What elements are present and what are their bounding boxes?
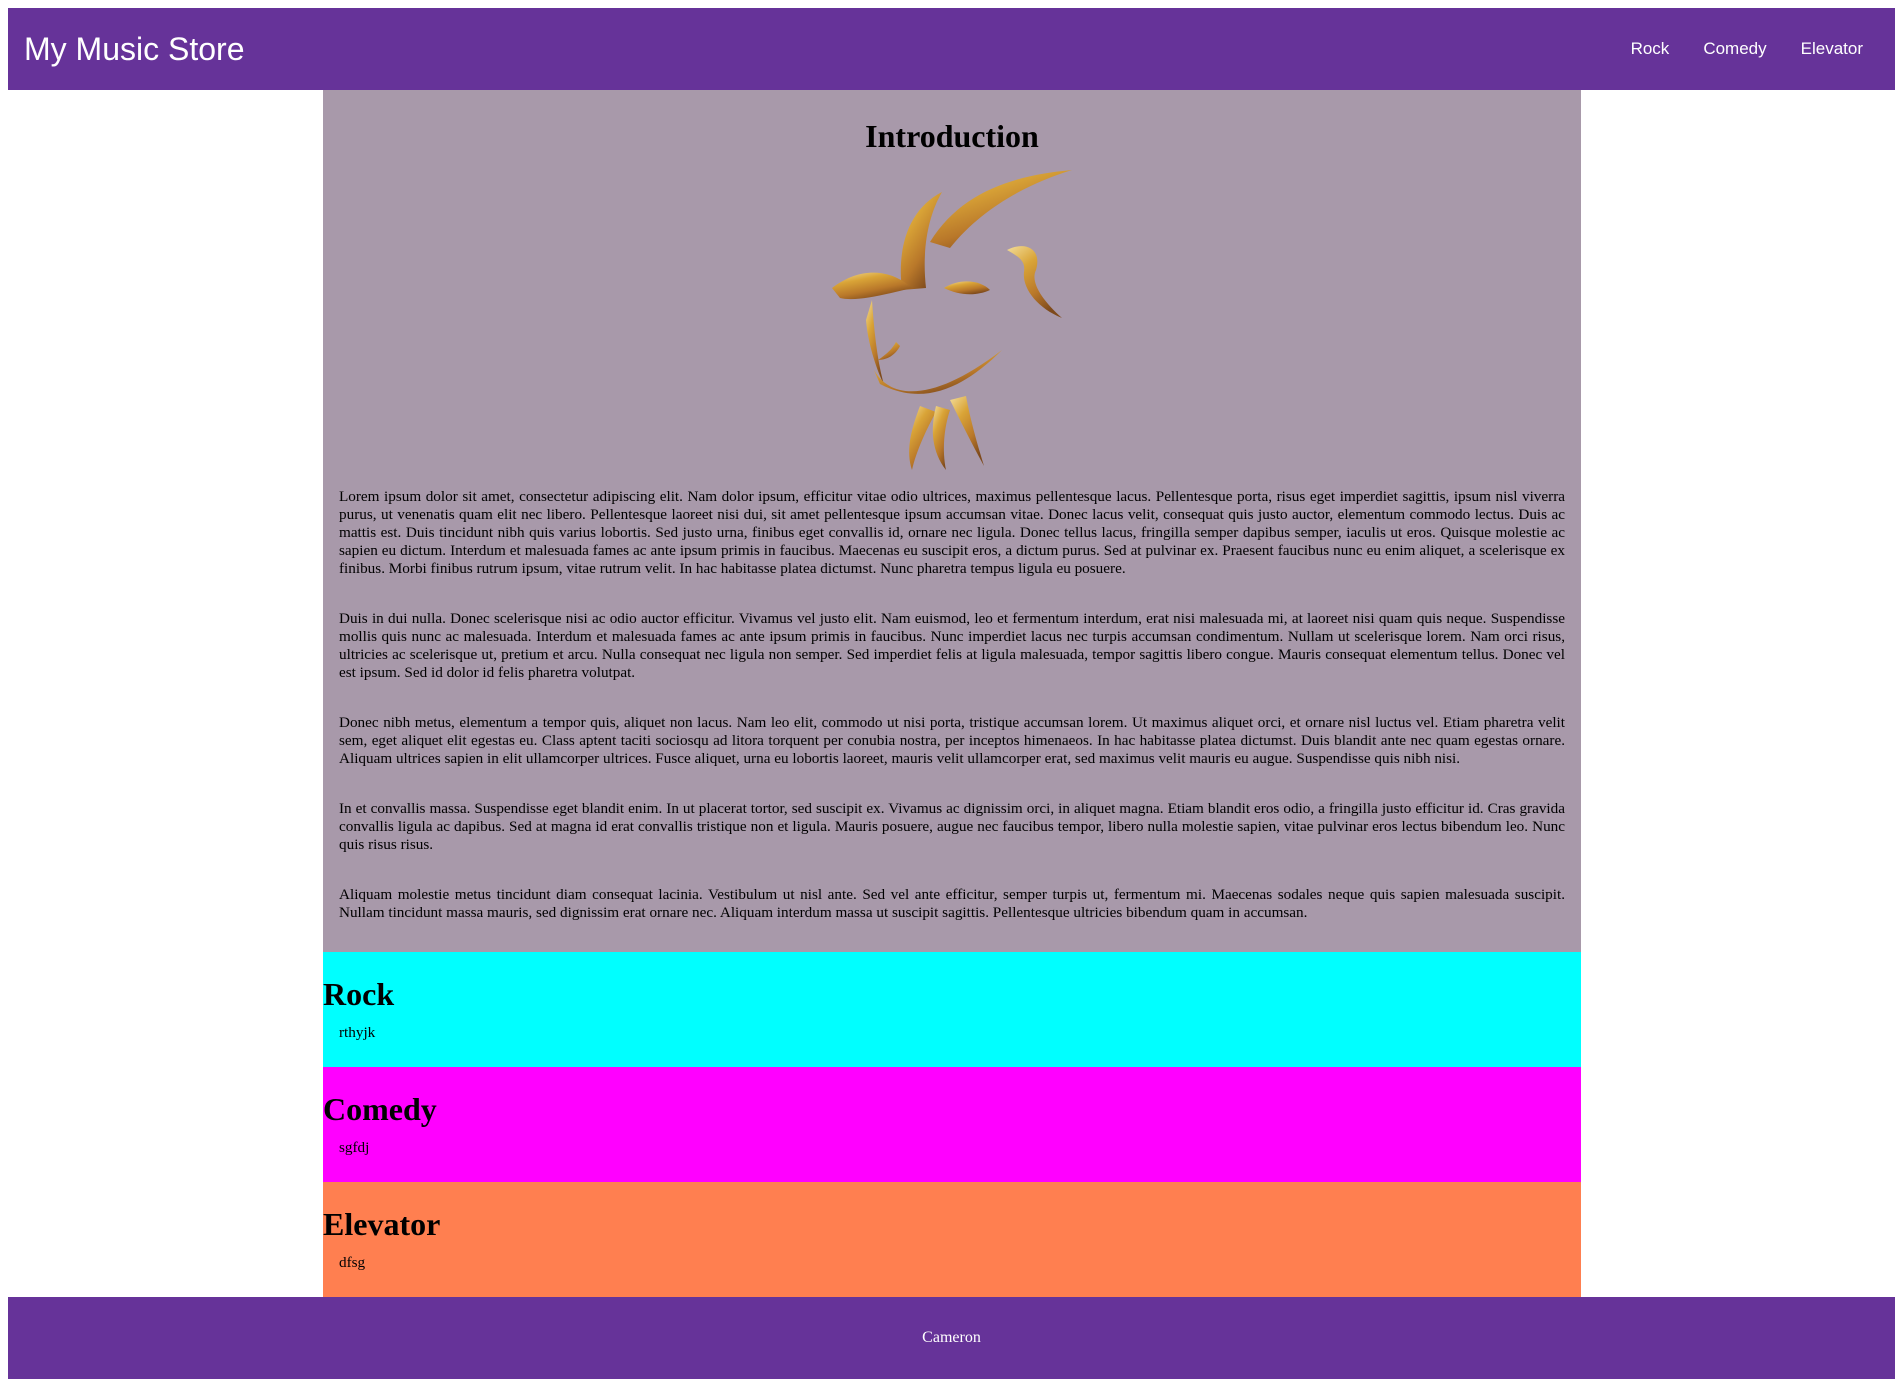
nav-link-rock[interactable]: Rock (1631, 39, 1670, 59)
goat-head-logo-icon (822, 170, 1082, 470)
intro-paragraph: Duis in dui nulla. Donec scelerisque nis… (339, 610, 1565, 681)
rock-section: Rock rthyjk (323, 952, 1581, 1067)
site-header: My Music Store Rock Comedy Elevator (8, 8, 1895, 90)
comedy-section: Comedy sgfdj (323, 1067, 1581, 1182)
elevator-text: dfsg (339, 1254, 366, 1271)
intro-heading: Introduction (865, 118, 1039, 154)
rock-text: rthyjk (339, 1024, 376, 1041)
intro-paragraph: In et convallis massa. Suspendisse eget … (339, 800, 1565, 853)
footer-text: Cameron (922, 1329, 981, 1346)
site-footer: Cameron (8, 1297, 1895, 1379)
intro-paragraph: Donec nibh metus, elementum a tempor qui… (339, 714, 1565, 767)
intro-paragraph: Lorem ipsum dolor sit amet, consectetur … (339, 488, 1565, 577)
site-title: My Music Store (24, 31, 245, 67)
elevator-heading: Elevator (323, 1206, 441, 1242)
nav-link-comedy[interactable]: Comedy (1703, 39, 1766, 59)
main-nav: Rock Comedy Elevator (1631, 8, 1863, 90)
nav-link-elevator[interactable]: Elevator (1801, 39, 1863, 59)
intro-paragraph: Aliquam molestie metus tincidunt diam co… (339, 886, 1565, 921)
comedy-heading: Comedy (323, 1091, 437, 1127)
intro-section: Introduction Lorem ipsum dolor sit amet,… (323, 90, 1581, 952)
comedy-text: sgfdj (339, 1139, 370, 1156)
elevator-section: Elevator dfsg (323, 1182, 1581, 1297)
rock-heading: Rock (323, 976, 395, 1012)
main-content: Introduction Lorem ipsum dolor sit amet,… (323, 90, 1581, 1297)
